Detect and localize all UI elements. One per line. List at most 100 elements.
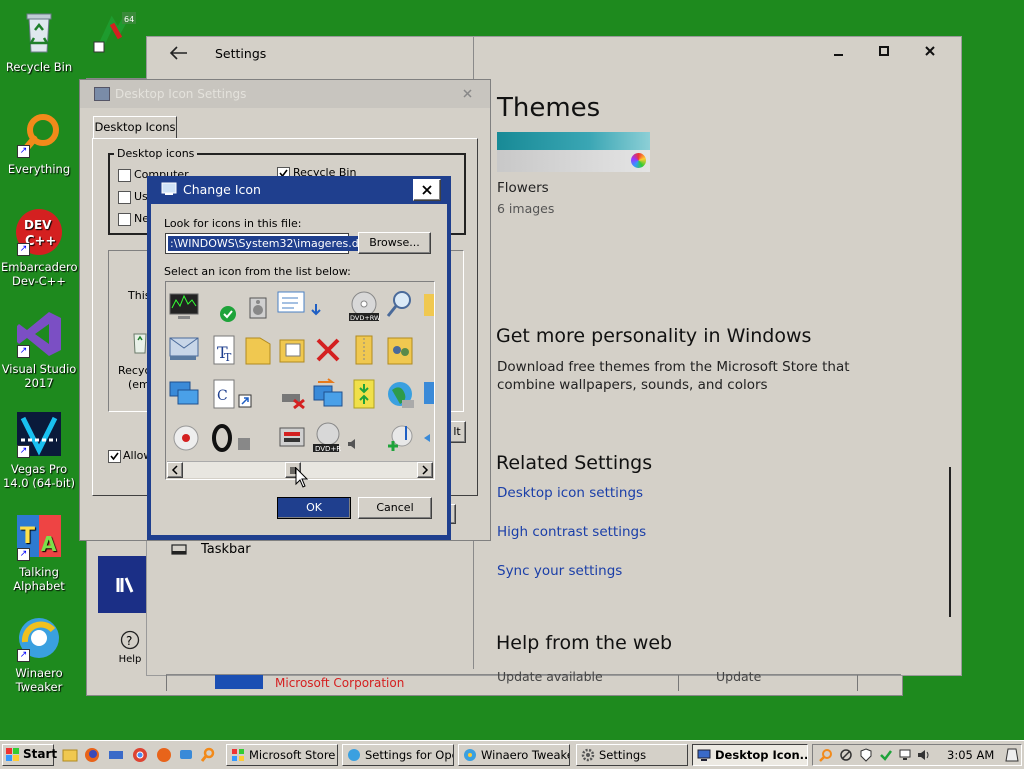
- desktop-icon-settings-link[interactable]: Desktop icon settings: [497, 485, 643, 501]
- scroll-left-button[interactable]: [167, 462, 183, 478]
- nav-item-taskbar[interactable]: Taskbar: [167, 541, 367, 561]
- help-button[interactable]: ? Help: [112, 630, 148, 670]
- red-x-icon[interactable]: [312, 334, 344, 366]
- shortcut-arrow-icon[interactable]: [238, 394, 270, 426]
- firefox-alt-icon[interactable]: [156, 747, 172, 763]
- opera-logo-icon[interactable]: [206, 422, 238, 454]
- blue-panel-partial-icon[interactable]: [422, 378, 434, 410]
- allow-themes-checkbox[interactable]: [108, 450, 121, 463]
- desktop-icon-everything[interactable]: ↗ Everything: [1, 110, 77, 176]
- cancel-button[interactable]: Cancel: [358, 497, 432, 519]
- monitor-graph-icon[interactable]: [168, 290, 200, 322]
- no-sound-tray-icon[interactable]: [839, 748, 853, 762]
- check-tray-icon[interactable]: [879, 748, 893, 762]
- theme-preview[interactable]: [497, 132, 650, 172]
- users-checkbox[interactable]: [118, 191, 131, 204]
- app-shortcut-icon[interactable]: 64: [92, 8, 138, 54]
- maximize-button[interactable]: [876, 43, 892, 59]
- desktop-icon-visual-studio[interactable]: ↗ Visual Studio 2017: [1, 310, 77, 390]
- icon-list[interactable]: DVD+RW TT C DVD+R: [165, 281, 435, 480]
- folder-partial-icon[interactable]: [422, 288, 434, 320]
- maximize-icon: [879, 46, 889, 56]
- high-contrast-settings-link[interactable]: High contrast settings: [497, 524, 646, 540]
- zip-folder-icon[interactable]: [348, 334, 380, 366]
- desktop-icon-recycle-bin[interactable]: Recycle Bin: [1, 8, 77, 74]
- clock[interactable]: 3:05 AM: [947, 748, 994, 762]
- desktop-icon-winaero-tweaker[interactable]: ↗ Winaero Tweaker: [1, 614, 77, 694]
- update-button[interactable]: Update: [716, 669, 761, 684]
- media-disc-icon[interactable]: [170, 422, 202, 454]
- green-check-icon[interactable]: [212, 294, 244, 326]
- add-music-icon[interactable]: [384, 422, 416, 454]
- taskbar-button-settings-for-open[interactable]: Settings for Ope...: [342, 744, 454, 766]
- start-button[interactable]: Start: [2, 744, 58, 766]
- search-icon[interactable]: [200, 747, 216, 763]
- back-button[interactable]: [169, 45, 189, 61]
- store-app-tile[interactable]: [98, 556, 146, 613]
- download-arrow-icon[interactable]: [308, 302, 340, 334]
- search-icon[interactable]: [384, 288, 416, 320]
- desktop-icon-vegas-pro[interactable]: ↗ Vegas Pro 14.0 (64-bit): [1, 410, 77, 490]
- close-button[interactable]: [922, 43, 938, 59]
- scroll-right-button[interactable]: [417, 462, 433, 478]
- folder-icon[interactable]: [62, 747, 78, 763]
- network-checkbox[interactable]: [118, 213, 131, 226]
- compress-arrows-icon[interactable]: [348, 378, 380, 410]
- notification-tray-icon[interactable]: [1005, 748, 1019, 762]
- search-tray-icon[interactable]: [819, 748, 833, 762]
- firefox-icon[interactable]: [84, 747, 100, 763]
- text-file-icon[interactable]: C: [208, 378, 240, 410]
- related-settings-heading: Related Settings: [496, 452, 653, 474]
- chevron-left-icon: [171, 465, 178, 475]
- arrow-left-icon: [169, 46, 187, 60]
- svg-text:64: 64: [124, 15, 134, 24]
- visual-studio-icon: ↗: [15, 310, 63, 358]
- change-icon-close-button[interactable]: [413, 179, 441, 201]
- mail-envelope-icon[interactable]: [168, 334, 200, 366]
- taskbar-button-store[interactable]: Microsoft Store: [226, 744, 338, 766]
- taskbar-button-settings[interactable]: Settings: [576, 744, 688, 766]
- monitor-icon: [697, 749, 711, 761]
- taskbar-button-winaero[interactable]: Winaero Tweaker: [458, 744, 570, 766]
- dvd-rw-icon[interactable]: DVD+RW: [348, 290, 381, 322]
- sync-settings-link[interactable]: Sync your settings: [497, 563, 622, 579]
- computer-checkbox[interactable]: [118, 169, 131, 182]
- library-icon: [116, 577, 134, 593]
- network-tray-icon[interactable]: [899, 748, 913, 762]
- file-path-input[interactable]: :\WINDOWS\System32\imageres.dll: [165, 233, 367, 254]
- minimize-button[interactable]: [830, 43, 846, 59]
- desktop-icon-devcpp[interactable]: DEV C++ ↗ Embarcadero Dev-C++: [1, 208, 78, 288]
- folder-checklist-icon[interactable]: [276, 334, 308, 366]
- taskbar-icon: [171, 544, 187, 555]
- settings-scrollbar[interactable]: [949, 467, 951, 617]
- desktop-icon-label: Embarcadero Dev-C++: [1, 260, 78, 288]
- taskbar-button-desktop-icon[interactable]: Desktop Icon...: [692, 744, 808, 766]
- chevron-partial-icon[interactable]: [422, 432, 434, 464]
- theme-name: Flowers: [497, 180, 549, 196]
- users-label: Us: [134, 190, 148, 203]
- browse-button[interactable]: Browse...: [358, 232, 431, 254]
- start-label: Start: [23, 747, 58, 761]
- desktop-icon-talking-alphabet[interactable]: TA ↗ Talking Alphabet: [1, 513, 77, 593]
- network-transfer-icon[interactable]: [312, 378, 344, 410]
- shield-tray-icon[interactable]: [859, 748, 873, 762]
- dialog-close-button[interactable]: [460, 86, 476, 102]
- taskbar-button-label: Microsoft Store: [249, 748, 336, 762]
- keyboard-icon[interactable]: [108, 747, 124, 763]
- ok-button[interactable]: OK: [277, 497, 351, 519]
- printer-scanner-icon[interactable]: [276, 422, 308, 454]
- task-list-icon[interactable]: [274, 288, 306, 320]
- folder-zipper-icon[interactable]: [242, 334, 274, 366]
- dvd-r-icon[interactable]: DVD+R: [312, 422, 344, 454]
- network-computers-icon[interactable]: [168, 378, 200, 410]
- chrome-icon[interactable]: [132, 747, 148, 763]
- disconnect-drive-icon[interactable]: [276, 378, 308, 410]
- volume-tray-icon[interactable]: [917, 748, 931, 762]
- audio-speaker-icon[interactable]: [242, 290, 274, 322]
- winaero-icon: [464, 749, 476, 761]
- chat-bubble-icon[interactable]: [178, 747, 194, 763]
- tab-desktop-icons[interactable]: Desktop Icons: [93, 116, 177, 139]
- users-folder-icon[interactable]: [384, 334, 416, 366]
- globe-network-icon[interactable]: [384, 378, 416, 410]
- font-file-icon[interactable]: TT: [208, 334, 240, 366]
